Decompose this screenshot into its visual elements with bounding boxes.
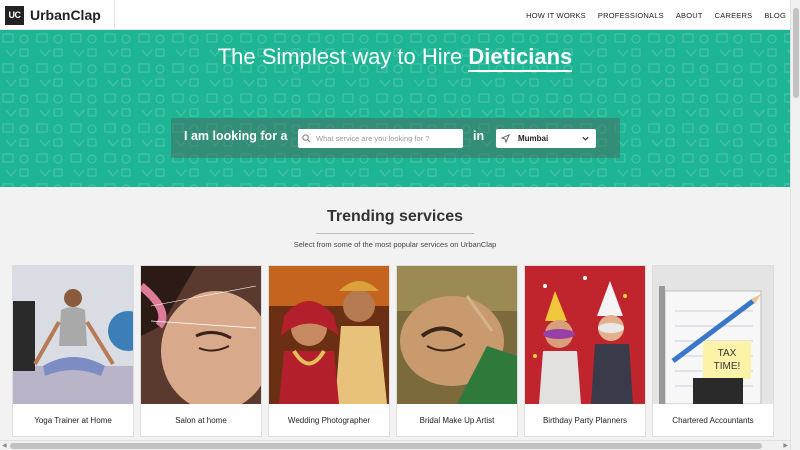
birthday-photo xyxy=(525,266,645,404)
nav-blog[interactable]: BLOG xyxy=(764,11,786,20)
service-card-birthday[interactable]: Birthday Party Planners xyxy=(524,265,646,437)
city-value: Mumbai xyxy=(518,134,549,143)
service-card-label: Salon at home xyxy=(175,415,227,425)
hero-title: The Simplest way to Hire Dieticians xyxy=(0,44,790,72)
service-card-label: Birthday Party Planners xyxy=(542,415,628,425)
nav-professionals[interactable]: PROFESSIONALS xyxy=(598,11,664,20)
logo-mark: UC xyxy=(5,5,24,25)
salon-photo xyxy=(141,266,261,404)
accountant-photo: TAX TIME! xyxy=(653,266,773,404)
trending-title: Trending services xyxy=(326,208,464,225)
service-card-label: Wedding Photographer xyxy=(287,415,371,425)
city-select[interactable]: Mumbai xyxy=(496,129,596,148)
brand-logo[interactable]: UC UrbanClap xyxy=(0,0,115,30)
hero-title-prefix: The Simplest way to Hire xyxy=(217,44,469,69)
yoga-photo xyxy=(13,266,133,404)
scroll-left-arrow-icon[interactable]: ◀ xyxy=(2,442,7,449)
horizontal-scroll-thumb[interactable] xyxy=(10,443,762,449)
wedding-photo xyxy=(269,266,389,404)
logo-text: UrbanClap xyxy=(30,7,101,23)
hero-title-highlight: Dieticians xyxy=(468,44,573,72)
horizontal-scrollbar[interactable]: ◀ ▶ xyxy=(0,440,790,450)
service-card-yoga[interactable]: Yoga Trainer at Home xyxy=(12,265,134,437)
service-card-label: Bridal Make Up Artist xyxy=(419,415,495,425)
vertical-scroll-thumb[interactable] xyxy=(793,8,799,98)
nav-careers[interactable]: CAREERS xyxy=(715,11,753,20)
chevron-down-icon xyxy=(582,136,589,141)
svg-text:TIME!: TIME! xyxy=(714,361,741,372)
service-card-salon[interactable]: Salon at home xyxy=(140,265,262,437)
search-icon xyxy=(302,134,311,143)
nav-how-it-works[interactable]: HOW IT WORKS xyxy=(526,11,586,20)
hero-banner: The Simplest way to Hire Dieticians I am… xyxy=(0,30,790,187)
service-card-wedding[interactable]: Wedding Photographer xyxy=(268,265,390,437)
svg-text:TAX: TAX xyxy=(718,348,737,359)
location-arrow-icon xyxy=(501,134,510,143)
page: UC UrbanClap HOW IT WORKS PROFESSIONALS … xyxy=(0,0,800,450)
service-card-label: Chartered Accountants xyxy=(672,415,754,425)
service-card-makeup[interactable]: Bridal Make Up Artist xyxy=(396,265,518,437)
in-label: in xyxy=(473,129,485,143)
main-nav: HOW IT WORKS PROFESSIONALS ABOUT CAREERS… xyxy=(514,0,786,30)
vertical-scrollbar[interactable] xyxy=(790,0,800,450)
nav-about[interactable]: ABOUT xyxy=(676,11,703,20)
trending-subtitle: Select from some of the most popular ser… xyxy=(293,240,497,249)
makeup-photo xyxy=(397,266,517,404)
scroll-right-arrow-icon[interactable]: ▶ xyxy=(783,442,788,449)
search-input[interactable]: What service are you looking for ? xyxy=(298,129,463,148)
search-panel: I am looking for a What service are you … xyxy=(171,118,620,158)
trending-underline xyxy=(316,233,474,234)
service-card-accountants[interactable]: TAX TIME! Chartered Accountants xyxy=(652,265,774,437)
service-cards: Yoga Trainer at Home Salon at home Weddi… xyxy=(12,265,782,440)
search-label: I am looking for a xyxy=(184,129,288,143)
top-header: UC UrbanClap HOW IT WORKS PROFESSIONALS … xyxy=(0,0,790,30)
search-placeholder: What service are you looking for ? xyxy=(316,134,430,143)
service-card-label: Yoga Trainer at Home xyxy=(34,415,112,425)
